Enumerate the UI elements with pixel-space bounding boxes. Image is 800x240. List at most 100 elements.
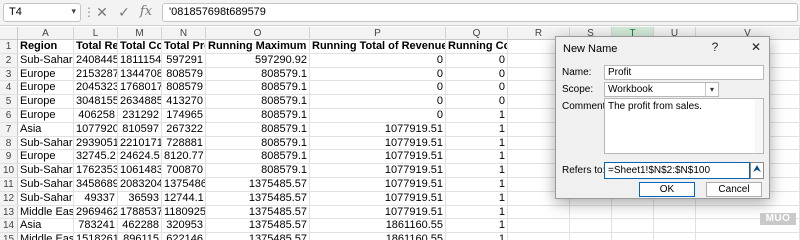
row-header[interactable]: 3 — [0, 67, 18, 81]
row-header[interactable]: 12 — [0, 191, 18, 205]
empty-cell[interactable] — [570, 219, 612, 233]
row-header[interactable]: 2 — [0, 53, 18, 67]
cell[interactable]: 0 — [310, 53, 446, 67]
row-header[interactable]: 11 — [0, 177, 18, 191]
cell[interactable]: 808579.1 — [206, 108, 310, 122]
cell[interactable]: 1180925 — [162, 205, 206, 219]
empty-cell[interactable] — [654, 233, 696, 240]
cell[interactable]: 0 — [446, 67, 508, 81]
cell[interactable]: 1 — [446, 219, 508, 233]
column-header[interactable]: N — [162, 27, 206, 40]
help-icon[interactable]: ? — [706, 40, 724, 54]
cell[interactable]: Middle East a — [18, 205, 74, 219]
name-input[interactable]: Profit — [604, 65, 764, 80]
cell[interactable]: 2408445 — [74, 53, 118, 67]
cell[interactable]: 2969462 — [74, 205, 118, 219]
enter-formula-icon[interactable]: ✓ — [114, 3, 134, 22]
cell[interactable]: 1 — [446, 122, 508, 136]
cell[interactable]: 2939051 — [74, 136, 118, 150]
cell[interactable]: Europe — [18, 150, 74, 164]
cell[interactable]: 1077919.51 — [310, 177, 446, 191]
empty-cell[interactable] — [696, 233, 800, 240]
cell[interactable]: Europe — [18, 81, 74, 95]
cell[interactable]: Sub-Saharan — [18, 53, 74, 67]
cell[interactable]: 1344708 — [118, 67, 162, 81]
cell[interactable]: 49337 — [74, 191, 118, 205]
cell[interactable]: 808579.1 — [206, 95, 310, 108]
column-header[interactable]: O — [206, 27, 310, 40]
cell[interactable]: 808579.1 — [206, 164, 310, 177]
cell[interactable]: 267322 — [162, 122, 206, 136]
cell[interactable]: 1375485.57 — [206, 177, 310, 191]
cell[interactable]: 1861160.55 — [310, 219, 446, 233]
cell[interactable]: 808579.1 — [206, 136, 310, 150]
cell[interactable]: 1077919.51 — [310, 150, 446, 164]
cancel-button[interactable]: Cancel — [706, 182, 762, 197]
cell[interactable]: 0 — [310, 95, 446, 108]
cell[interactable]: 622146 — [162, 233, 206, 240]
formula-input[interactable]: '081857698t689579 — [162, 3, 798, 22]
cell[interactable]: 462288 — [118, 219, 162, 233]
cell[interactable]: 808579.1 — [206, 67, 310, 81]
cell[interactable]: 1375486 — [162, 177, 206, 191]
cell[interactable]: 1061483 — [118, 164, 162, 177]
cell[interactable]: 2153287 — [74, 67, 118, 81]
cell[interactable]: 1518261 — [74, 233, 118, 240]
cell[interactable]: 808579.1 — [206, 150, 310, 164]
row-header[interactable]: 4 — [0, 81, 18, 95]
cell[interactable]: 808579.1 — [206, 81, 310, 95]
cell[interactable]: 413270 — [162, 95, 206, 108]
row-header[interactable]: 6 — [0, 108, 18, 122]
cell[interactable]: 0 — [446, 53, 508, 67]
empty-cell[interactable] — [570, 205, 612, 219]
cell[interactable]: 1077919.51 — [310, 164, 446, 177]
cell[interactable]: Europe — [18, 95, 74, 108]
cell[interactable]: Asia — [18, 219, 74, 233]
column-title-cell[interactable]: Running Count of Cereal C — [446, 40, 508, 53]
cell[interactable]: 808579 — [162, 67, 206, 81]
cell[interactable]: 0 — [310, 108, 446, 122]
cell[interactable]: 597291 — [162, 53, 206, 67]
cell[interactable]: 1768017 — [118, 81, 162, 95]
row-header[interactable]: 9 — [0, 150, 18, 164]
cell[interactable]: 0 — [310, 67, 446, 81]
cell[interactable]: 597290.92 — [206, 53, 310, 67]
empty-cell[interactable] — [570, 233, 612, 240]
close-icon[interactable]: ✕ — [747, 40, 765, 54]
cell[interactable]: 783241 — [74, 219, 118, 233]
empty-cell[interactable] — [612, 219, 654, 233]
row-header[interactable]: 1 — [0, 40, 18, 53]
cell[interactable]: 406258 — [74, 108, 118, 122]
empty-cell[interactable] — [654, 219, 696, 233]
cell[interactable]: 0 — [310, 81, 446, 95]
cell[interactable]: 1375485.57 — [206, 191, 310, 205]
empty-cell[interactable] — [508, 205, 570, 219]
cell[interactable]: 1077919.51 — [310, 122, 446, 136]
empty-cell[interactable] — [612, 205, 654, 219]
cell[interactable]: Europe — [18, 108, 74, 122]
refers-to-input[interactable]: =Sheet1!$N$2:$N$100 — [604, 162, 750, 179]
row-header[interactable]: 15 — [0, 233, 18, 240]
cell[interactable]: 1788537 — [118, 205, 162, 219]
cell[interactable]: 1375485.57 — [206, 219, 310, 233]
column-header[interactable]: P — [310, 27, 446, 40]
scope-select[interactable]: Workbook ▾ — [604, 82, 719, 97]
row-header[interactable]: 13 — [0, 205, 18, 219]
cell[interactable]: 1 — [446, 164, 508, 177]
cell[interactable]: 1 — [446, 177, 508, 191]
row-header[interactable]: 14 — [0, 219, 18, 233]
cell[interactable]: 1 — [446, 108, 508, 122]
cell[interactable]: 174965 — [162, 108, 206, 122]
cell[interactable]: 1077919.51 — [310, 136, 446, 150]
cell[interactable]: 896115 — [118, 233, 162, 240]
cell[interactable]: Asia — [18, 122, 74, 136]
cell[interactable]: 12744.1 — [162, 191, 206, 205]
cell[interactable]: 1 — [446, 233, 508, 240]
row-header[interactable]: 5 — [0, 95, 18, 108]
cell[interactable]: Sub-Saharan — [18, 164, 74, 177]
cell[interactable]: 8120.77 — [162, 150, 206, 164]
cell[interactable]: 808579 — [162, 81, 206, 95]
cell[interactable]: 1375485.57 — [206, 205, 310, 219]
collapse-dialog-icon[interactable]: ⮝ — [750, 162, 764, 179]
cell[interactable]: 231292 — [118, 108, 162, 122]
